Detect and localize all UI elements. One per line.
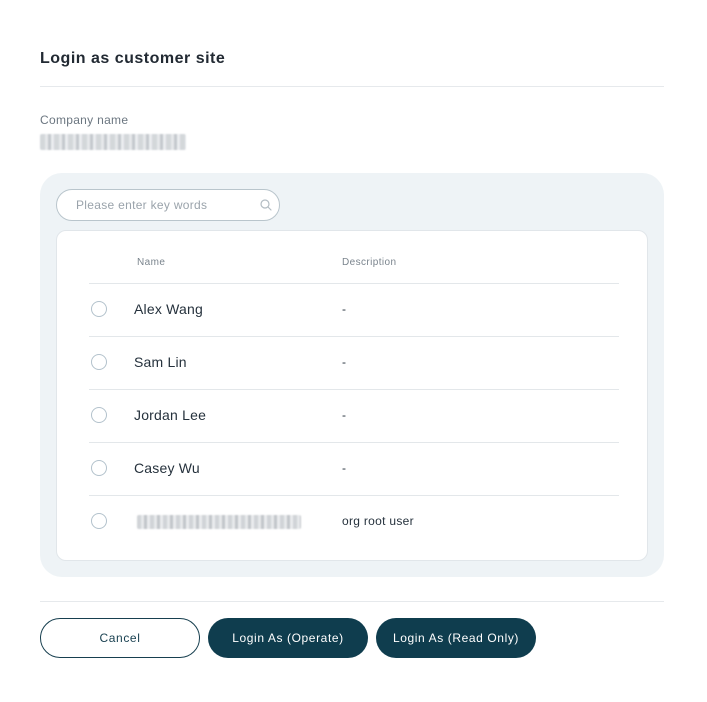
user-name: Jordan Lee: [134, 407, 207, 423]
login-as-customer-dialog: Login as customer site Company name Name…: [0, 0, 707, 702]
dialog-title: Login as customer site: [40, 50, 226, 67]
radio-unchecked-icon[interactable]: [91, 460, 107, 476]
column-header-name: Name: [137, 257, 166, 268]
search-input[interactable]: [57, 190, 266, 220]
company-name-value-redacted: [40, 134, 186, 150]
table-row[interactable]: Alex Wang -: [89, 283, 619, 335]
cancel-button[interactable]: Cancel: [40, 618, 200, 658]
table-row[interactable]: Casey Wu -: [89, 442, 619, 494]
table-row[interactable]: Jordan Lee -: [89, 389, 619, 441]
table-row[interactable]: org root user: [89, 495, 619, 547]
user-table: Name Description Alex Wang - Sam Lin - J…: [56, 230, 648, 561]
user-name: Sam Lin: [134, 354, 187, 370]
user-description: -: [342, 408, 347, 422]
radio-unchecked-icon[interactable]: [91, 354, 107, 370]
user-name-redacted: [137, 515, 301, 529]
login-as-operate-button[interactable]: Login As (Operate): [208, 618, 368, 658]
user-description: -: [342, 355, 347, 369]
footer-divider: [40, 601, 664, 602]
user-description: -: [342, 302, 347, 316]
header-divider: [40, 86, 664, 87]
radio-unchecked-icon[interactable]: [91, 407, 107, 423]
company-name-label: Company name: [40, 113, 129, 127]
column-header-description: Description: [342, 257, 397, 268]
user-description: org root user: [342, 514, 414, 528]
user-description: -: [342, 461, 347, 475]
table-row[interactable]: Sam Lin -: [89, 336, 619, 388]
user-selection-panel: Name Description Alex Wang - Sam Lin - J…: [40, 173, 664, 577]
radio-unchecked-icon[interactable]: [91, 301, 107, 317]
login-as-read-only-button[interactable]: Login As (Read Only): [376, 618, 536, 658]
user-name: Alex Wang: [134, 301, 203, 317]
user-name: Casey Wu: [134, 460, 200, 476]
search-icon[interactable]: [260, 199, 272, 211]
radio-unchecked-icon[interactable]: [91, 513, 107, 529]
search-box: [56, 189, 280, 221]
